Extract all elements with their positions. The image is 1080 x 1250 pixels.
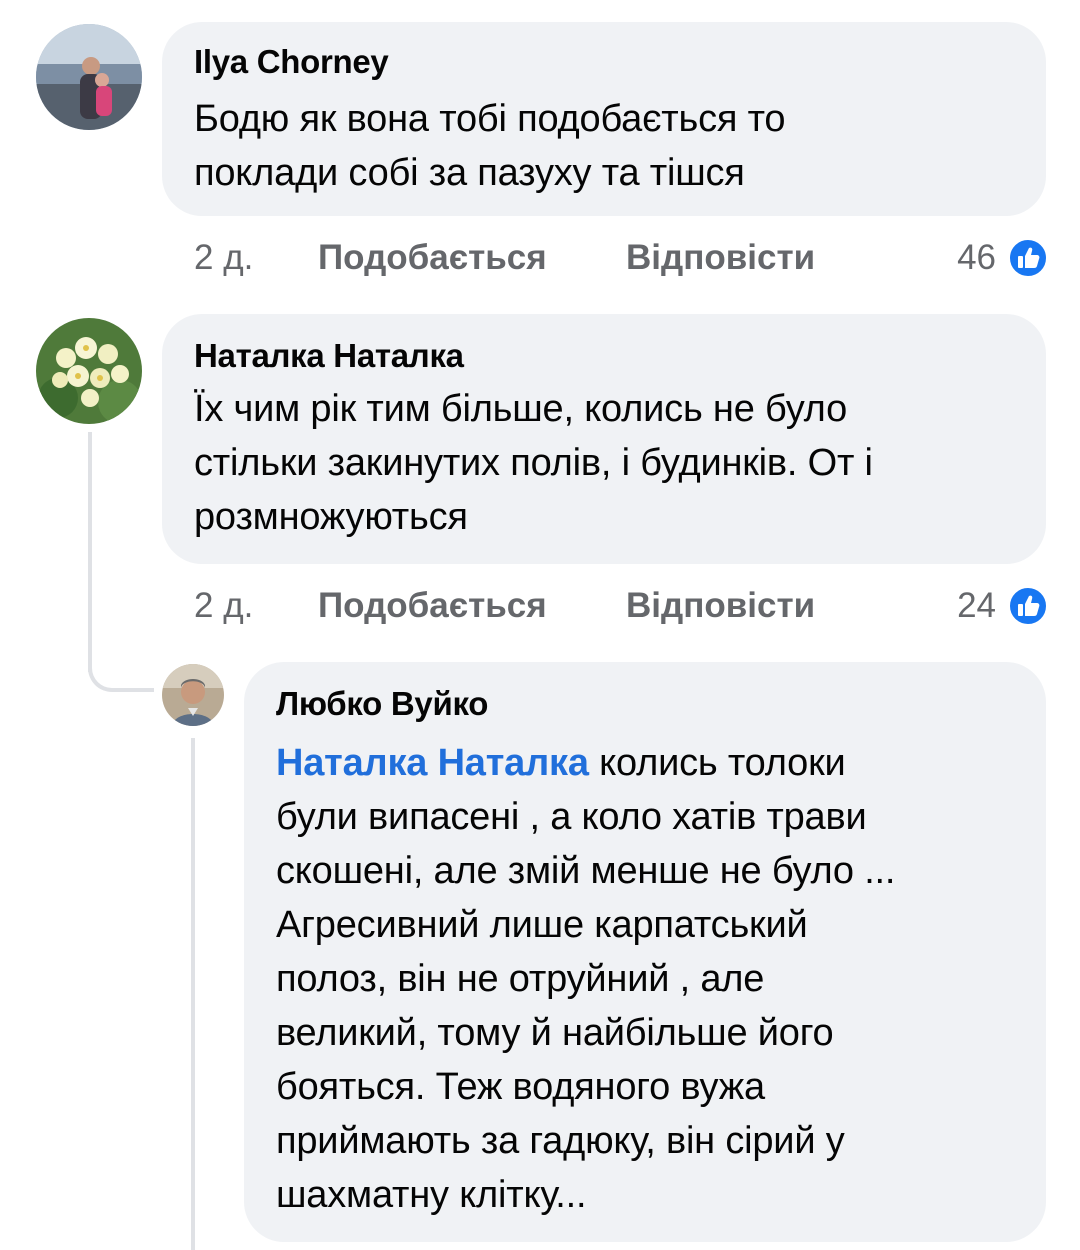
thread-line-reply bbox=[191, 738, 195, 1250]
comment-text-line: розмножуються bbox=[194, 496, 468, 538]
like-thumb-icon bbox=[1008, 586, 1048, 626]
comment-text-line: Бодю як вона тобі подобається то bbox=[194, 98, 786, 140]
reaction-summary[interactable]: 24 bbox=[900, 584, 1048, 628]
reply-button[interactable]: Відповісти bbox=[626, 584, 815, 628]
comment-author[interactable]: Наталка Наталка bbox=[194, 336, 1046, 376]
comment-bubble: Наталка Наталка Їх чим рік тим більше, к… bbox=[162, 314, 1046, 564]
reaction-summary[interactable]: 46 bbox=[900, 236, 1048, 280]
reaction-count: 46 bbox=[957, 238, 996, 277]
comment-bubble: Любко Вуйко Наталка Наталка колись толок… bbox=[244, 662, 1046, 1242]
avatar-natalka[interactable] bbox=[36, 318, 142, 424]
profile-photo-icon bbox=[162, 664, 224, 726]
profile-photo-icon bbox=[36, 318, 142, 424]
comment-actions: 2 д. Подобається Відповісти bbox=[194, 584, 894, 628]
profile-photo-icon bbox=[36, 24, 142, 130]
comment-text-line: полоз, він не отруйний , але bbox=[276, 958, 765, 1000]
reaction-count: 24 bbox=[957, 586, 996, 625]
avatar-lyubko-vuyko[interactable] bbox=[162, 664, 224, 726]
comment-text-fragment: колись толоки bbox=[588, 742, 846, 784]
thread-line-curve bbox=[88, 660, 154, 692]
reply-button[interactable]: Відповісти bbox=[626, 236, 815, 280]
comment-bubble: Ilya Chorney Бодю як вона тобі подобаєть… bbox=[162, 22, 1046, 216]
comment-author[interactable]: Любко Вуйко bbox=[276, 684, 1046, 724]
comment-text-line: Наталка Наталка колись толоки bbox=[276, 736, 1046, 790]
comment-text-line: поклади собі за пазуху та тішся bbox=[194, 152, 745, 194]
comment-author[interactable]: Ilya Chorney bbox=[194, 42, 1046, 82]
comment-text-line: були випасені , а коло хатів трави bbox=[276, 796, 867, 838]
comment-text-line: великий, тому й найбільше його bbox=[276, 1012, 834, 1054]
comment-text-line: Агресивний лише карпатський bbox=[276, 904, 808, 946]
comment-text-line: стільки закинутих полів, і будинків. От … bbox=[194, 442, 873, 484]
comment-text-line: Їх чим рік тим більше, колись не було bbox=[194, 388, 848, 430]
avatar-ilya-chorney[interactable] bbox=[36, 24, 142, 130]
comment-time[interactable]: 2 д. bbox=[194, 236, 253, 280]
comment-text-line: приймають за гадюку, він сірий у bbox=[276, 1120, 845, 1162]
like-thumb-icon bbox=[1008, 238, 1048, 278]
thread-line-vertical bbox=[88, 432, 92, 672]
like-button[interactable]: Подобається bbox=[318, 236, 547, 280]
comment-text-line: бояться. Теж водяного вужа bbox=[276, 1066, 765, 1108]
comment-text-line: шахматну клітку... bbox=[276, 1174, 587, 1216]
comment-actions: 2 д. Подобається Відповісти bbox=[194, 236, 894, 280]
comment-time[interactable]: 2 д. bbox=[194, 584, 253, 628]
mention-link[interactable]: Наталка Наталка bbox=[276, 742, 589, 784]
comment-text-line: скошені, але змій менше не було ... bbox=[276, 850, 896, 892]
like-button[interactable]: Подобається bbox=[318, 584, 547, 628]
